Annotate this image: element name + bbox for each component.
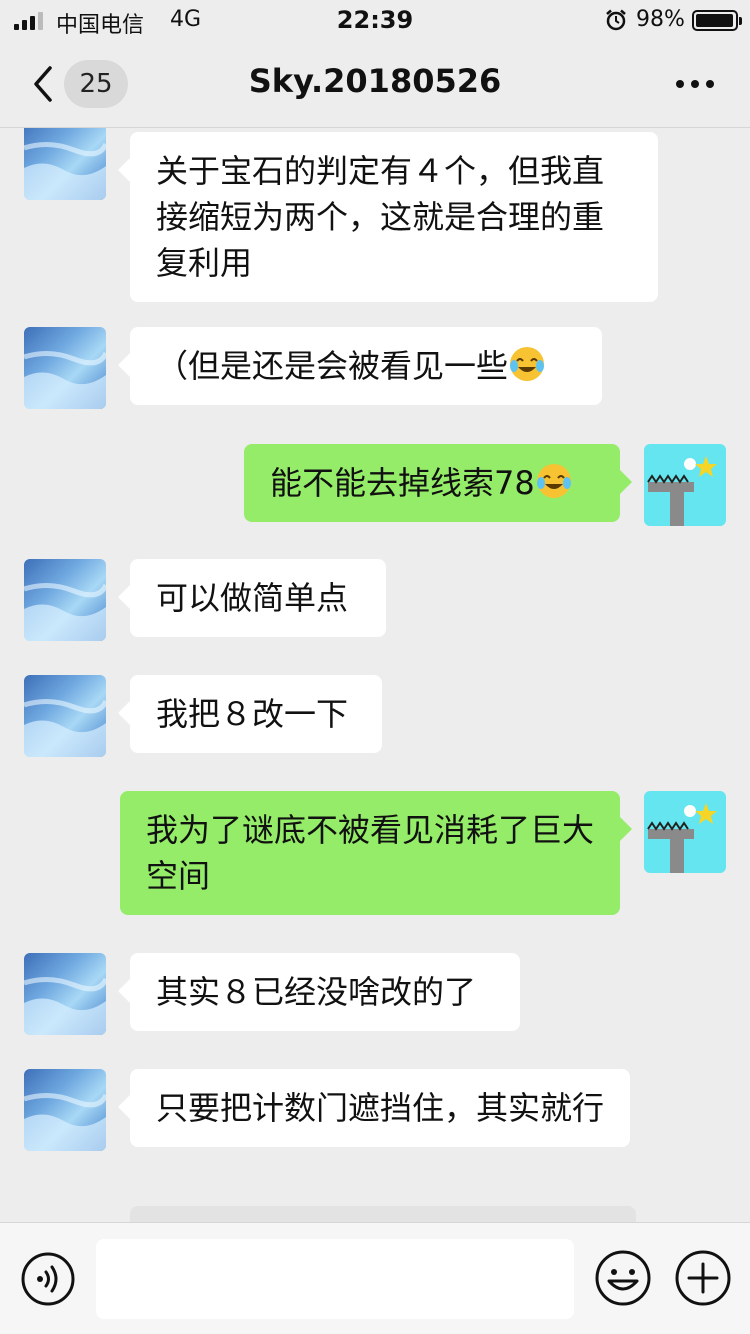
contact-avatar[interactable] (24, 327, 106, 409)
more-button[interactable] (670, 64, 720, 104)
plus-icon (675, 1250, 731, 1306)
partial-message-bubble (130, 1206, 636, 1222)
contact-avatar[interactable] (24, 128, 106, 200)
message-input[interactable] (96, 1239, 574, 1319)
message-text: 能不能去掉线索78 (270, 464, 535, 502)
voice-icon (21, 1252, 75, 1306)
more-dots-icon (676, 80, 714, 88)
message-bubble-incoming[interactable]: 其实８已经没啥改的了 (118, 953, 520, 1031)
message-bubble-outgoing[interactable]: 能不能去掉线索78 (244, 444, 632, 522)
battery-fill (696, 14, 734, 27)
emoji-button[interactable] (594, 1249, 652, 1307)
alarm-icon (605, 9, 627, 31)
message-bubble-incoming[interactable]: （但是还是会被看见一些 (118, 327, 602, 405)
message-text: 关于宝石的判定有４个，但我直接缩短为两个，这就是合理的重复利用 (156, 152, 605, 282)
message-text: 可以做简单点 (156, 579, 349, 617)
message-bubble-outgoing[interactable]: 我为了谜底不被看见消耗了巨大空间 (120, 791, 632, 915)
message-text: 只要把计数门遮挡住，其实就行 (156, 1089, 605, 1127)
battery-icon (692, 10, 742, 31)
contact-avatar[interactable] (24, 559, 106, 641)
laughing-crying-emoji-icon (508, 345, 546, 383)
message-bubble-incoming[interactable]: 可以做简单点 (118, 559, 386, 637)
contact-avatar[interactable] (24, 675, 106, 757)
battery-percent: 98% (636, 7, 685, 32)
plus-button[interactable] (674, 1249, 732, 1307)
message-bubble-incoming[interactable]: 关于宝石的判定有４个，但我直接缩短为两个，这就是合理的重复利用 (118, 132, 658, 302)
chat-title: Sky.20180526 (248, 62, 502, 100)
my-avatar[interactable] (644, 444, 726, 526)
smiley-icon (595, 1250, 651, 1306)
message-list[interactable]: 关于宝石的判定有４个，但我直接缩短为两个，这就是合理的重复利用 （但是还是会被看… (0, 128, 750, 1222)
message-text: 我把８改一下 (156, 695, 349, 733)
laughing-crying-emoji-icon (535, 462, 573, 500)
voice-button[interactable] (20, 1251, 76, 1307)
my-avatar[interactable] (644, 791, 726, 873)
message-bubble-incoming[interactable]: 我把８改一下 (118, 675, 382, 753)
message-bubble-incoming[interactable]: 只要把计数门遮挡住，其实就行 (118, 1069, 630, 1147)
message-text: 我为了谜底不被看见消耗了巨大空间 (146, 811, 595, 895)
message-text: （但是还是会被看见一些 (156, 347, 509, 385)
contact-avatar[interactable] (24, 1069, 106, 1151)
status-bar: 中国电信 4G 22:39 98% (0, 0, 750, 40)
contact-avatar[interactable] (24, 953, 106, 1035)
input-bar (0, 1222, 750, 1334)
chat-header: 25 Sky.20180526 (0, 40, 750, 128)
message-text: 其实８已经没啥改的了 (156, 973, 477, 1011)
